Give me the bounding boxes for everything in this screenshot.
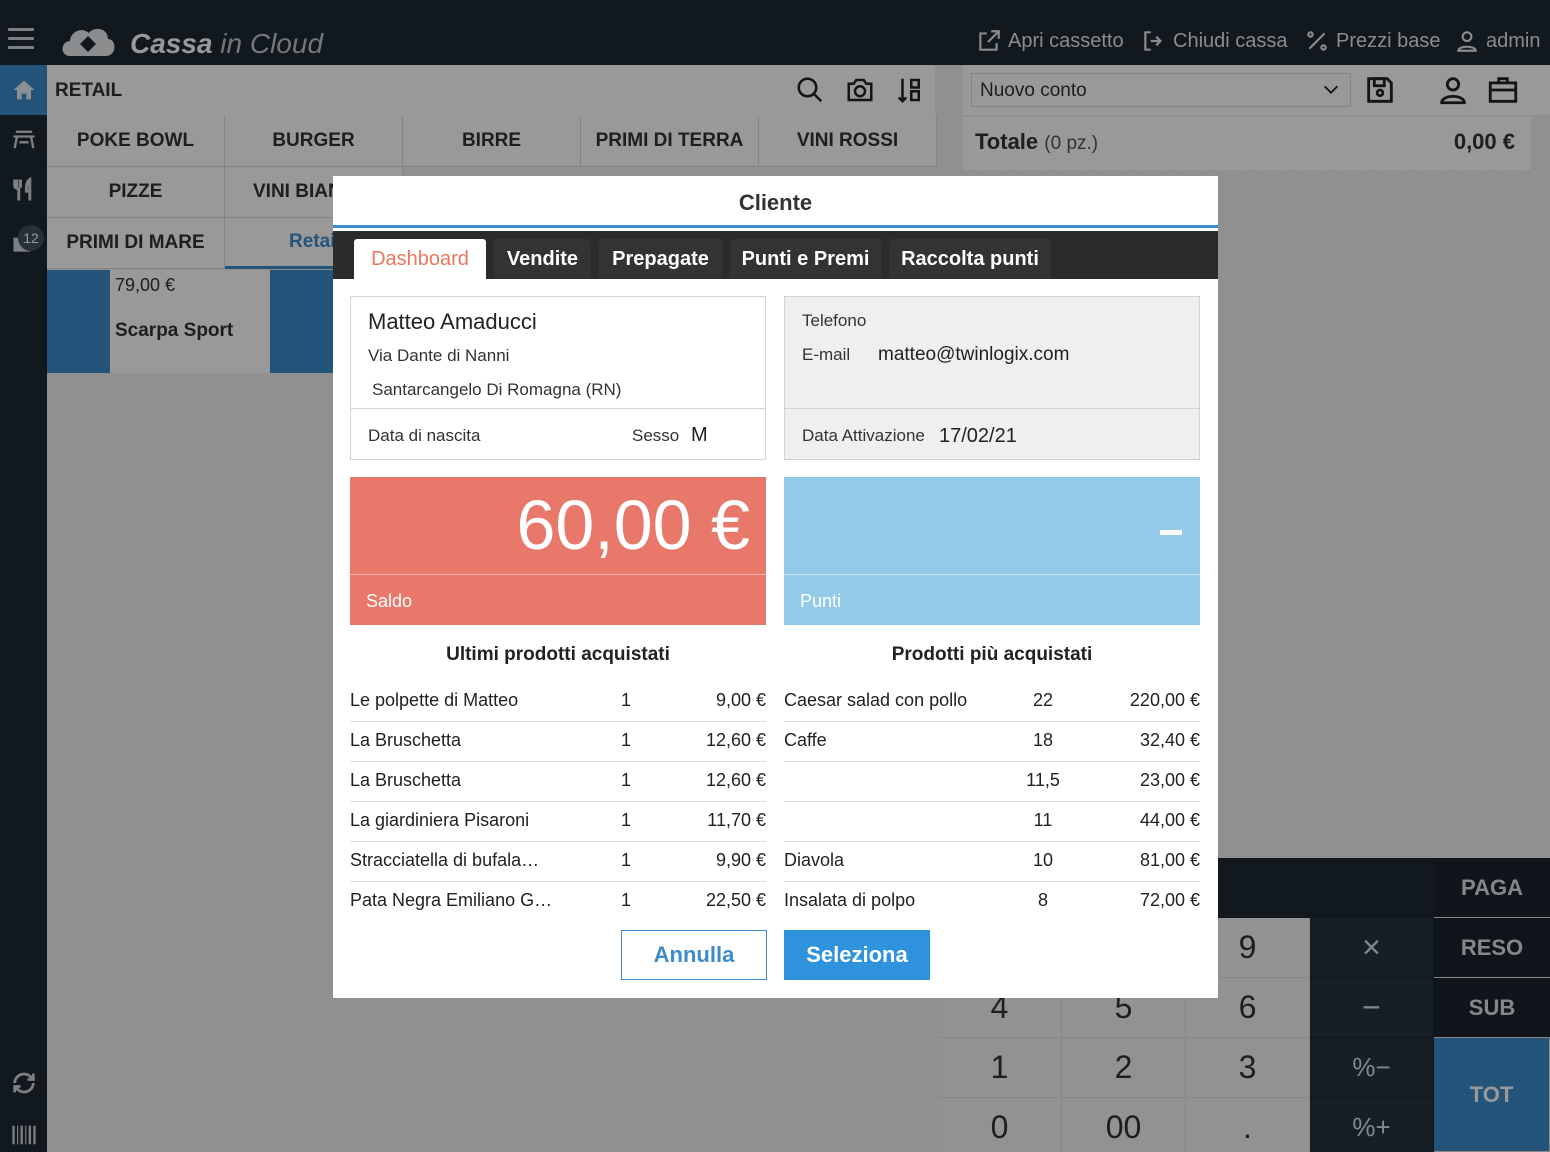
cancel-button[interactable]: Annulla xyxy=(621,930,767,980)
product-name: Insalata di polpo xyxy=(784,890,916,910)
birth-date-label: Data di nascita xyxy=(368,426,481,445)
balance-label: Saldo xyxy=(366,591,413,611)
activation-value: 17/02/21 xyxy=(939,425,1017,447)
product-amount: 12,60 € xyxy=(705,730,766,750)
product-quantity: 11,5 xyxy=(1026,770,1060,790)
product-amount: 23,00 € xyxy=(1139,770,1200,790)
product-quantity: 22 xyxy=(1032,690,1054,710)
product-amount: 9,00 € xyxy=(715,690,766,710)
divider xyxy=(351,408,765,409)
table-row: Stracciatella di bufala… 1 9,90 € xyxy=(350,842,766,882)
sex-label: Sesso xyxy=(632,426,680,445)
contact-card: Telefono E-mail matteo@twinlogix.com Dat… xyxy=(784,296,1200,460)
product-quantity: 8 xyxy=(1037,890,1048,910)
divider xyxy=(784,574,1200,575)
table-row: Caffe 18 32,40 € xyxy=(784,722,1200,762)
points-label: Punti xyxy=(800,591,842,611)
tab-punti-premi[interactable]: Punti e Premi xyxy=(730,239,881,279)
product-name: Stracciatella di bufala… xyxy=(350,850,540,870)
product-amount: 12,60 € xyxy=(705,770,766,790)
product-quantity: 1 xyxy=(620,730,631,750)
balance-box: 60,00 € Saldo xyxy=(350,477,766,625)
product-name: La Bruschetta xyxy=(350,730,462,750)
points-empty-dash xyxy=(1160,530,1182,535)
table-row: Caesar salad con pollo 22 220,00 € xyxy=(784,682,1200,722)
product-quantity: 1 xyxy=(620,690,631,710)
product-name: La giardiniera Pisaroni xyxy=(350,810,530,830)
product-quantity: 1 xyxy=(620,810,631,830)
product-amount: 11,70 € xyxy=(707,810,766,830)
top-products-title: Prodotti più acquistati xyxy=(891,644,1093,665)
select-button[interactable]: Seleziona xyxy=(784,930,930,980)
table-row: Diavola 10 81,00 € xyxy=(784,842,1200,882)
product-amount: 220,00 € xyxy=(1129,690,1200,710)
customer-name: Matteo Amaducci xyxy=(368,309,537,334)
product-amount: 44,00 € xyxy=(1139,810,1200,830)
table-row: 11 44,00 € xyxy=(784,802,1200,842)
last-products-title: Ultimi prodotti acquistati xyxy=(446,644,670,665)
customer-card: Matteo Amaducci Via Dante di Nanni Santa… xyxy=(350,296,766,460)
table-row: 11,5 23,00 € xyxy=(784,762,1200,802)
product-name: Pata Negra Emiliano G… xyxy=(350,890,553,910)
dialog-footer: Annulla Seleziona xyxy=(333,913,1218,998)
product-quantity: 11 xyxy=(1033,810,1053,830)
customer-address: Via Dante di Nanni xyxy=(368,346,510,365)
customer-city: Santarcangelo Di Romagna (RN) xyxy=(372,380,622,399)
product-quantity: 10 xyxy=(1032,850,1054,870)
activation-label: Data Attivazione xyxy=(802,426,925,445)
dialog-title: Cliente xyxy=(333,176,1218,228)
tab-prepagate[interactable]: Prepagate xyxy=(599,239,722,279)
sex-value: M xyxy=(691,424,708,446)
product-quantity: 1 xyxy=(620,770,631,790)
product-amount: 72,00 € xyxy=(1139,890,1200,910)
product-quantity: 18 xyxy=(1032,730,1054,750)
table-row: La Bruschetta 1 12,60 € xyxy=(350,722,766,762)
phone-label: Telefono xyxy=(802,311,867,330)
product-quantity: 1 xyxy=(620,890,631,910)
dialog-tabs: Dashboard Vendite Prepagate Punti e Prem… xyxy=(333,231,1218,279)
product-name: La Bruschetta xyxy=(350,770,462,790)
product-name: Caffe xyxy=(784,730,827,750)
product-quantity: 1 xyxy=(620,850,631,870)
tab-dashboard[interactable]: Dashboard xyxy=(354,239,486,279)
product-name: Diavola xyxy=(784,850,845,870)
divider xyxy=(785,408,1199,409)
product-amount: 32,40 € xyxy=(1139,730,1200,750)
tab-raccolta-punti[interactable]: Raccolta punti xyxy=(889,239,1051,279)
email-value: matteo@twinlogix.com xyxy=(878,344,1070,365)
table-row: La giardiniera Pisaroni 1 11,70 € xyxy=(350,802,766,842)
table-row: Le polpette di Matteo 1 9,00 € xyxy=(350,682,766,722)
product-name: Caesar salad con pollo xyxy=(784,690,968,710)
tab-vendite[interactable]: Vendite xyxy=(494,239,591,279)
product-name: Le polpette di Matteo xyxy=(350,690,519,710)
product-amount: 81,00 € xyxy=(1139,850,1200,870)
table-row: La Bruschetta 1 12,60 € xyxy=(350,762,766,802)
divider xyxy=(350,574,766,575)
email-label: E-mail xyxy=(802,345,851,364)
product-amount: 22,50 € xyxy=(705,890,766,910)
balance-value: 60,00 € xyxy=(516,486,750,564)
points-box: Punti xyxy=(784,477,1200,625)
product-amount: 9,90 € xyxy=(715,850,766,870)
customer-dialog: Cliente Dashboard Vendite Prepagate Punt… xyxy=(333,176,1218,998)
